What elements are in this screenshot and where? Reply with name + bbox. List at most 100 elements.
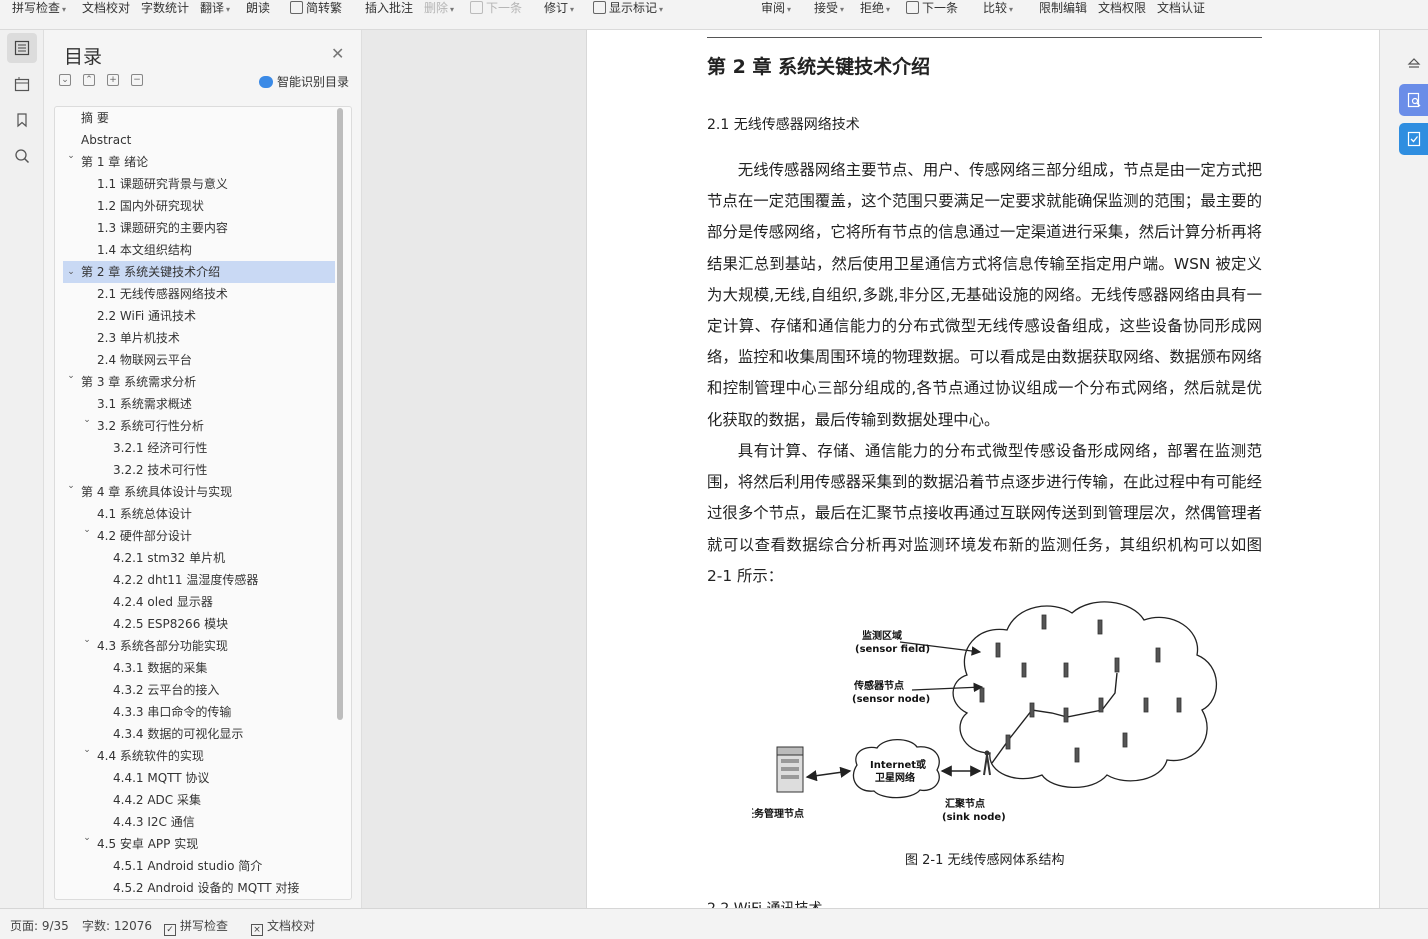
revise-button[interactable]: 修订 ▾	[544, 0, 574, 16]
figure-label: 汇聚节点	[945, 797, 985, 810]
toc-item[interactable]: 第 1 章 绪论	[81, 151, 148, 173]
delete-comment-button[interactable]: 删除 ▾	[424, 0, 454, 16]
reject-button[interactable]: 拒绝 ▾	[860, 0, 890, 16]
chevron-down-icon[interactable]: ⌄	[65, 371, 77, 393]
toc-item[interactable]: 2.4 物联网云平台	[97, 349, 192, 371]
toc-item[interactable]: 1.2 国内外研究现状	[97, 195, 204, 217]
chevron-down-icon[interactable]: ⌄	[81, 745, 93, 767]
toc-item[interactable]: 摘 要	[81, 107, 109, 129]
compare-button[interactable]: 比较 ▾	[983, 0, 1013, 16]
insert-comment-button[interactable]: 插入批注	[365, 0, 413, 16]
toc-item[interactable]: 3.1 系统需求概述	[97, 393, 192, 415]
close-icon[interactable]: ✕	[331, 44, 344, 63]
toc-item[interactable]: 2.3 单片机技术	[97, 327, 180, 349]
chevron-down-icon[interactable]: ⌄	[65, 481, 77, 503]
review-button[interactable]: 审阅 ▾	[761, 0, 791, 16]
chevron-down-icon[interactable]: ⌄	[81, 833, 93, 855]
review-label: 审阅	[761, 1, 786, 15]
doc-proof-button[interactable]: 文档校对	[82, 0, 130, 16]
word-count-indicator[interactable]: 字数: 12076	[82, 917, 152, 934]
spell-check-button[interactable]: 拼写检查 ▾	[12, 0, 66, 16]
toc-item[interactable]: 4.3.3 串口命令的传输	[113, 701, 231, 723]
chevron-down-icon[interactable]: ⌄	[65, 261, 77, 283]
sensor-nodes	[979, 614, 1182, 763]
toc-item[interactable]: 4.2.2 dht11 温湿度传感器	[113, 569, 258, 591]
toc-item[interactable]: 3.2.1 经济可行性	[113, 437, 207, 459]
sensor-node-icon	[1097, 619, 1103, 635]
bookmark-panel-button[interactable]	[7, 105, 37, 135]
toc-item[interactable]: 1.4 本文组织结构	[97, 239, 192, 261]
doc-check-button[interactable]	[1399, 123, 1428, 155]
toc-item[interactable]: 第 4 章 系统具体设计与实现	[81, 481, 232, 503]
remove-heading-icon[interactable]: −	[131, 74, 143, 86]
toc-item[interactable]: 4.4.1 MQTT 协议	[113, 767, 209, 789]
toc-item[interactable]: 3.2.2 技术可行性	[113, 459, 207, 481]
toc-item[interactable]: 4.2 硬件部分设计	[97, 525, 192, 547]
doc-permission-button[interactable]: 文档权限	[1098, 0, 1146, 16]
doc-auth-button[interactable]: 文档认证	[1157, 0, 1205, 16]
sensor-node-icon	[1074, 747, 1080, 763]
convert-button[interactable]: 简转繁	[290, 0, 342, 16]
chapter-nav-button[interactable]	[7, 69, 37, 99]
toc-item[interactable]: 3.2 系统可行性分析	[97, 415, 204, 437]
collapse-ribbon-button[interactable]	[1399, 47, 1428, 79]
sensor-node-icon	[1041, 614, 1047, 630]
show-markup-button[interactable]: 显示标记 ▾	[593, 0, 663, 16]
doc-search-icon	[1407, 92, 1421, 108]
status-spell-check[interactable]: ✓ 拼写检查	[164, 917, 228, 936]
next-comment-label: 下一条	[486, 1, 523, 15]
next-change-icon	[906, 1, 919, 14]
next-change-button[interactable]: 下一条	[906, 0, 958, 16]
toc-item[interactable]: 4.3.4 数据的可视化显示	[113, 723, 243, 745]
toc-item[interactable]: 1.3 课题研究的主要内容	[97, 217, 228, 239]
document-page[interactable]: 第 2 章 系统关键技术介绍 2.1 无线传感器网络技术 无线传感器网络主要节点…	[586, 30, 1380, 908]
smart-toc-button[interactable]: 智能识别目录	[259, 73, 349, 90]
toc-item[interactable]: 4.1 系统总体设计	[97, 503, 192, 525]
toc-item[interactable]: 4.4.3 I2C 通信	[113, 811, 195, 833]
toc-item[interactable]: 4.3 系统各部分功能实现	[97, 635, 228, 657]
toc-item[interactable]: 4.3.1 数据的采集	[113, 657, 207, 679]
restrict-edit-button[interactable]: 限制编辑	[1039, 0, 1087, 16]
toc-item[interactable]: 1.1 课题研究背景与意义	[97, 173, 228, 195]
toc-item[interactable]: 4.5.2 Android 设备的 MQTT 对接	[113, 877, 299, 899]
translate-button[interactable]: 翻译 ▾	[200, 0, 230, 16]
toc-item[interactable]: 4.5.1 Android studio 简介	[113, 855, 262, 877]
toc-item[interactable]: 2.1 无线传感器网络技术	[97, 283, 228, 305]
accept-button[interactable]: 接受 ▾	[814, 0, 844, 16]
toc-item[interactable]: 4.4.2 ADC 采集	[113, 789, 201, 811]
status-doc-proof[interactable]: × 文档校对	[251, 917, 315, 936]
figure-label: (sink node)	[942, 812, 1006, 823]
sensor-node-icon	[1021, 662, 1027, 678]
chevron-down-icon[interactable]: ⌄	[81, 525, 93, 547]
toc-item[interactable]: 4.2.1 stm32 单片机	[113, 547, 225, 569]
collapse-all-icon[interactable]: ⌄	[59, 74, 71, 86]
next-comment-button[interactable]: 下一条	[470, 0, 522, 16]
toc-item-selected[interactable]: ⌄ 第 2 章 系统关键技术介绍	[63, 261, 335, 283]
word-count-button[interactable]: 字数统计	[141, 0, 189, 16]
toc-item[interactable]: 2.2 WiFi 通讯技术	[97, 305, 196, 327]
toc-item[interactable]: 4.2.4 oled 显示器	[113, 591, 213, 613]
dropdown-caret-icon: ▾	[1009, 5, 1014, 14]
toc-panel: 目录 ✕ ⌄ ⌃ + − 智能识别目录 摘 要 Abstract ⌄ 第 1 章…	[44, 30, 362, 908]
toc-item[interactable]: Abstract	[81, 129, 131, 151]
toc-item[interactable]: 4.3.2 云平台的接入	[113, 679, 219, 701]
chevron-down-icon[interactable]: ⌄	[81, 635, 93, 657]
toc-panel-button[interactable]	[7, 33, 37, 63]
toc-scrollbar[interactable]	[337, 108, 343, 720]
sensor-node-icon	[1098, 697, 1104, 713]
compare-label: 比较	[983, 1, 1008, 15]
toc-item[interactable]: 4.2.5 ESP8266 模块	[113, 613, 228, 635]
add-heading-icon[interactable]: +	[107, 74, 119, 86]
expand-all-icon[interactable]: ⌃	[83, 74, 95, 86]
smart-review-button[interactable]	[1399, 84, 1428, 116]
page-indicator[interactable]: 页面: 9/35	[10, 917, 69, 934]
chevron-down-icon[interactable]: ⌄	[81, 415, 93, 437]
convert-label: 简转繁	[306, 1, 343, 15]
toc-item[interactable]: 第 3 章 系统需求分析	[81, 371, 196, 393]
toc-item[interactable]: 4.4 系统软件的实现	[97, 745, 204, 767]
read-aloud-button[interactable]: 朗读	[246, 0, 270, 16]
search-panel-button[interactable]	[7, 141, 37, 171]
sensor-node-icon	[1143, 697, 1149, 713]
toc-item[interactable]: 4.5 安卓 APP 实现	[97, 833, 198, 855]
chevron-down-icon[interactable]: ⌄	[65, 151, 77, 173]
